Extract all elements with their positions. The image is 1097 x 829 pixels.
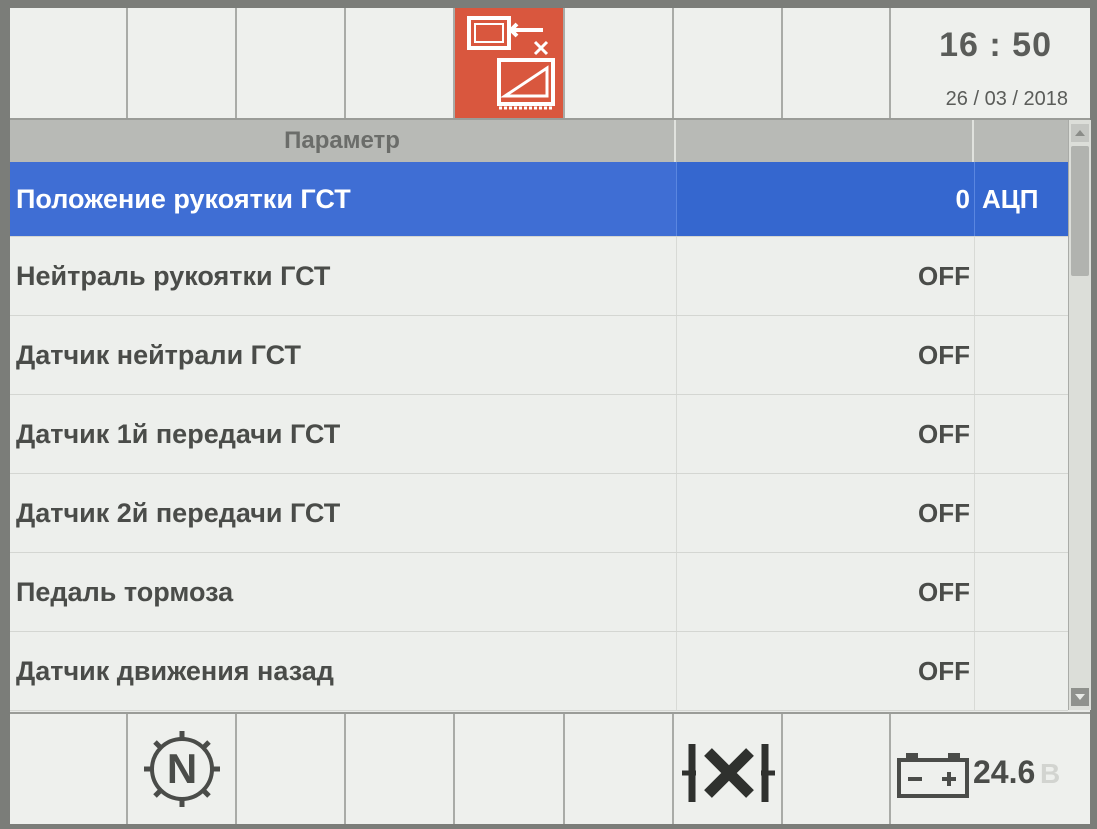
row-parameter: Педаль тормоза bbox=[16, 577, 234, 607]
bottom-softkey-1[interactable] bbox=[10, 714, 128, 824]
bottom-softkey-8[interactable] bbox=[783, 714, 891, 824]
row-parameter: Датчик 2й передачи ГСТ bbox=[16, 498, 341, 528]
row-value: OFF bbox=[918, 261, 970, 291]
bottom-softkey-6[interactable] bbox=[565, 714, 674, 824]
row-unit: АЦП bbox=[982, 184, 1039, 214]
diff-lock-icon bbox=[682, 744, 775, 802]
table-row[interactable]: Педаль тормоза OFF bbox=[10, 553, 1068, 632]
top-toolbar: 16 : 50 26 / 03 / 2018 bbox=[10, 8, 1090, 120]
top-softkey-8[interactable] bbox=[783, 8, 891, 118]
table-row[interactable]: Датчик движения назад OFF bbox=[10, 632, 1068, 711]
scroll-thumb[interactable] bbox=[1071, 146, 1089, 276]
row-value: OFF bbox=[918, 656, 970, 686]
row-value: OFF bbox=[918, 340, 970, 370]
row-parameter: Положение рукоятки ГСТ bbox=[16, 184, 351, 214]
screen-swap-icon bbox=[467, 16, 555, 110]
table-row[interactable]: Нейтраль рукоятки ГСТ OFF bbox=[10, 237, 1068, 316]
top-softkey-6[interactable] bbox=[565, 8, 674, 118]
row-value: OFF bbox=[918, 498, 970, 528]
scrollbar[interactable] bbox=[1068, 120, 1091, 710]
row-parameter: Датчик нейтрали ГСТ bbox=[16, 340, 301, 370]
battery-voltage: 24.6 bbox=[973, 754, 1036, 790]
bottom-toolbar: N 24.6 В bbox=[10, 712, 1090, 824]
row-parameter: Датчик 1й передачи ГСТ bbox=[16, 419, 341, 449]
screen-swap-button[interactable] bbox=[455, 8, 565, 118]
column-header-unit bbox=[974, 120, 1068, 162]
bottom-softkey-7[interactable] bbox=[674, 714, 783, 824]
top-softkey-2[interactable] bbox=[128, 8, 237, 118]
battery-icon bbox=[897, 753, 969, 798]
table-row[interactable]: Датчик 1й передачи ГСТ OFF bbox=[10, 395, 1068, 474]
clock-date: 26 / 03 / 2018 bbox=[945, 88, 1068, 110]
bottom-softkey-2[interactable]: N bbox=[128, 714, 237, 824]
row-parameter: Нейтраль рукоятки ГСТ bbox=[16, 261, 331, 291]
gear-indicator-label: N bbox=[167, 745, 197, 792]
column-header-parameter: Параметр bbox=[10, 120, 676, 162]
parameter-list: Положение рукоятки ГСТ 0 АЦП Нейтраль ру… bbox=[10, 162, 1068, 711]
scroll-down-arrow-icon[interactable] bbox=[1071, 688, 1089, 706]
top-softkey-3[interactable] bbox=[237, 8, 346, 118]
bottom-softkey-5[interactable] bbox=[455, 714, 565, 824]
bottom-softkey-4[interactable] bbox=[346, 714, 455, 824]
row-value: OFF bbox=[918, 419, 970, 449]
table-row[interactable]: Датчик нейтрали ГСТ OFF bbox=[10, 316, 1068, 395]
clock-time: 16 : 50 bbox=[939, 26, 1052, 64]
table-row-selected[interactable]: Положение рукоятки ГСТ 0 АЦП bbox=[10, 162, 1068, 237]
row-value: 0 bbox=[955, 184, 970, 214]
display-screen: 16 : 50 26 / 03 / 2018 Параметр Положени… bbox=[10, 8, 1091, 824]
top-softkey-7[interactable] bbox=[674, 8, 783, 118]
battery-voltage-unit: В bbox=[1040, 758, 1061, 789]
bottom-softkey-3[interactable] bbox=[237, 714, 346, 824]
row-value: OFF bbox=[918, 577, 970, 607]
row-parameter: Датчик движения назад bbox=[16, 656, 334, 686]
top-softkey-4[interactable] bbox=[346, 8, 455, 118]
table-row[interactable]: Датчик 2й передачи ГСТ OFF bbox=[10, 474, 1068, 553]
table-header: Параметр bbox=[10, 120, 1068, 162]
scroll-up-arrow-icon[interactable] bbox=[1071, 124, 1089, 142]
column-header-value bbox=[676, 120, 974, 162]
neutral-gear-icon: N bbox=[144, 731, 220, 807]
top-softkey-1[interactable] bbox=[10, 8, 128, 118]
